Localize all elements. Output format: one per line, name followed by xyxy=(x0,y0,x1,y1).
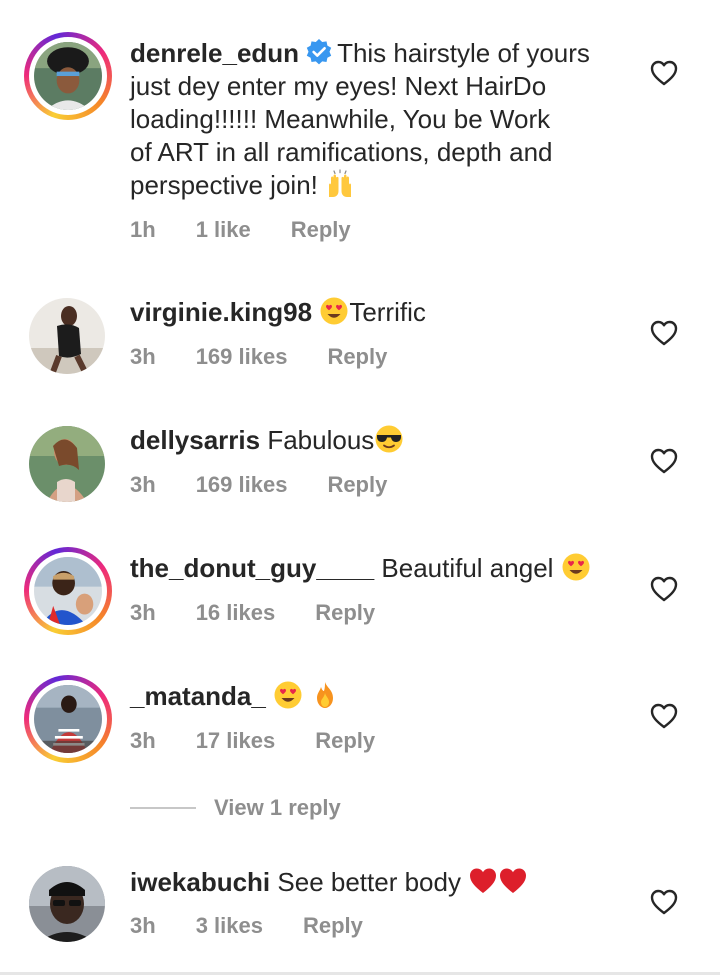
heart-eyes-icon xyxy=(319,296,349,326)
comment-text: iwekabuchi See better body xyxy=(130,866,600,899)
comment-body-line: This hairstyle of yours xyxy=(337,38,590,68)
comment-username[interactable]: the_donut_guy____ xyxy=(130,553,374,583)
comment-meta: 3h 16 likes Reply xyxy=(130,600,415,626)
comment-username[interactable]: denrele_edun xyxy=(130,38,299,68)
like-heart-icon[interactable] xyxy=(650,889,678,915)
comment-time: 3h xyxy=(130,728,156,753)
like-heart-icon[interactable] xyxy=(650,576,678,602)
comment-text: the_donut_guy____ Beautiful angel xyxy=(130,552,600,585)
avatar[interactable] xyxy=(29,298,105,374)
avatar[interactable] xyxy=(24,547,112,635)
comment-body: Terrific xyxy=(349,297,426,327)
avatar-image xyxy=(29,298,105,374)
comment-meta: 3h 3 likes Reply xyxy=(130,913,403,939)
comment-body-line: just dey enter my eyes! Next HairDo xyxy=(130,71,547,101)
like-heart-icon[interactable] xyxy=(650,448,678,474)
avatar-image xyxy=(29,866,105,942)
comment-body-line: of ART in all ramifications, depth and xyxy=(130,137,553,167)
comment-username[interactable]: dellysarris xyxy=(130,425,260,455)
avatar-image xyxy=(34,557,102,625)
red-heart-icon xyxy=(498,866,528,896)
comment-text: _matanda_ xyxy=(130,680,600,713)
sunglasses-icon xyxy=(374,424,404,454)
reply-button[interactable]: Reply xyxy=(315,600,375,626)
comment-time: 3h xyxy=(130,472,156,497)
avatar[interactable] xyxy=(24,32,112,120)
like-heart-icon[interactable] xyxy=(650,60,678,86)
fire-icon xyxy=(310,680,340,710)
reply-button[interactable]: Reply xyxy=(291,217,351,243)
comment-time: 3h xyxy=(130,600,156,625)
comment-likes[interactable]: 169 likes xyxy=(196,472,288,498)
heart-eyes-icon xyxy=(561,552,591,582)
comment-text: dellysarris Fabulous xyxy=(130,424,600,457)
comment-username[interactable]: iwekabuchi xyxy=(130,867,270,897)
reply-button[interactable]: Reply xyxy=(303,913,363,939)
avatar[interactable] xyxy=(24,675,112,763)
like-heart-icon[interactable] xyxy=(650,703,678,729)
comment-body-line: perspective join! xyxy=(130,170,318,200)
view-replies-button[interactable]: View 1 reply xyxy=(130,795,341,821)
comment-body-line: loading!!!!!! Meanwhile, You be Work xyxy=(130,104,551,134)
comment-time: 3h xyxy=(130,913,156,938)
reply-button[interactable]: Reply xyxy=(315,728,375,754)
avatar[interactable] xyxy=(29,866,105,942)
comment-likes[interactable]: 17 likes xyxy=(196,728,276,754)
comment-likes[interactable]: 1 like xyxy=(196,217,251,243)
comment-text: virginie.king98 Terrific xyxy=(130,296,600,329)
comment-time: 3h xyxy=(130,344,156,369)
comment-meta: 1h 1 like Reply xyxy=(130,217,391,243)
comment-meta: 3h 17 likes Reply xyxy=(130,728,415,754)
reply-button[interactable]: Reply xyxy=(327,344,387,370)
comment-body: Beautiful angel xyxy=(381,553,554,583)
comment-body: See better body xyxy=(277,867,461,897)
avatar-image xyxy=(29,426,105,502)
comment-likes[interactable]: 3 likes xyxy=(196,913,263,939)
comment-likes[interactable]: 16 likes xyxy=(196,600,276,626)
avatar-image xyxy=(34,42,102,110)
avatar[interactable] xyxy=(29,426,105,502)
like-heart-icon[interactable] xyxy=(650,320,678,346)
verified-badge-icon xyxy=(305,38,333,66)
replies-divider xyxy=(130,807,196,809)
comment-meta: 3h 169 likes Reply xyxy=(130,472,427,498)
red-heart-icon xyxy=(468,866,498,896)
comment-username[interactable]: _matanda_ xyxy=(130,681,266,711)
reply-button[interactable]: Reply xyxy=(327,472,387,498)
comment-likes[interactable]: 169 likes xyxy=(196,344,288,370)
comment-body: Fabulous xyxy=(267,425,375,455)
avatar-image xyxy=(34,685,102,753)
comment-time: 1h xyxy=(130,217,156,242)
comment-meta: 3h 169 likes Reply xyxy=(130,344,427,370)
comment-text: denrele_edun This hairstyle of yours just… xyxy=(130,37,600,202)
view-replies-label[interactable]: View 1 reply xyxy=(214,795,341,821)
comment-username[interactable]: virginie.king98 xyxy=(130,297,312,327)
heart-eyes-icon xyxy=(273,680,303,710)
raising-hands-icon xyxy=(325,169,355,199)
